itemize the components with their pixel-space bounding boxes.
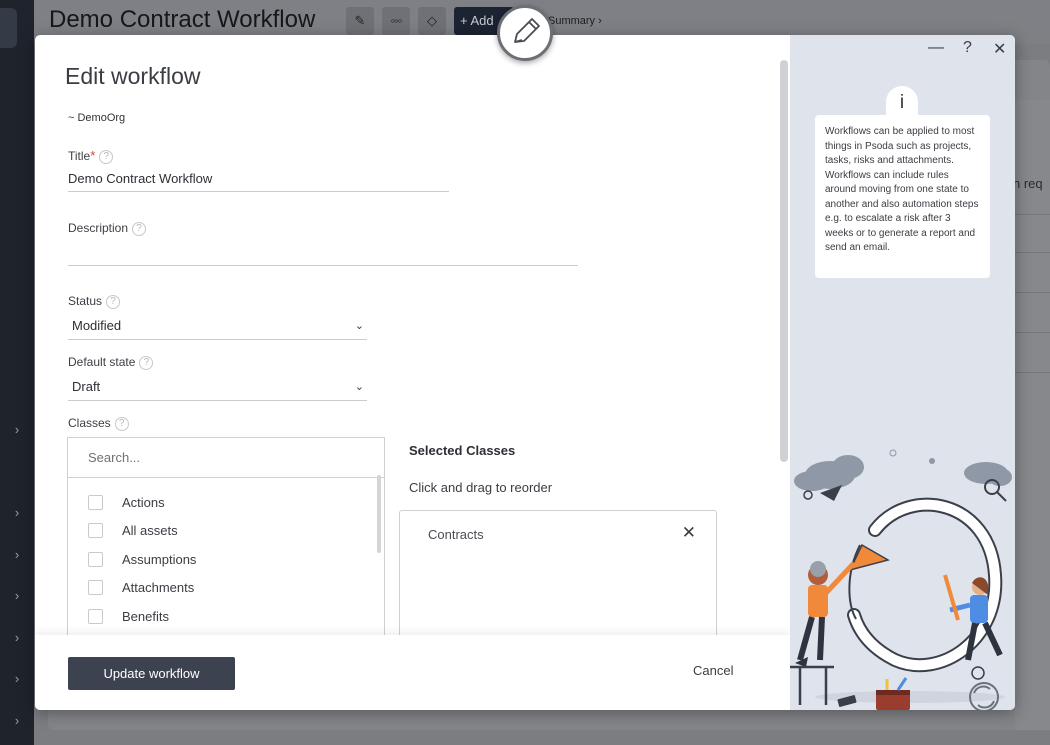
class-item-label: Attachments: [122, 580, 195, 595]
tag-icon[interactable]: ◇: [418, 7, 446, 35]
remove-icon[interactable]: ✕: [682, 523, 696, 543]
default-state-select[interactable]: Draft ⌄: [68, 379, 367, 401]
selected-class-item[interactable]: Contracts: [428, 527, 484, 542]
close-icon[interactable]: ✕: [993, 39, 1006, 59]
description-label-text: Description: [68, 221, 129, 235]
arrow-head-icon: [848, 543, 890, 572]
status-value: Modified: [72, 318, 122, 333]
rail-chevron-icon[interactable]: ›: [9, 505, 25, 521]
cloud-icon: [794, 455, 864, 491]
app-left-rail: › › › › › › ›: [0, 0, 34, 745]
minimize-icon[interactable]: —: [928, 39, 944, 57]
rail-active-block: [0, 8, 17, 48]
info-icon: i: [886, 86, 918, 118]
rail-chevron-icon[interactable]: ›: [9, 713, 25, 729]
rail-chevron-icon[interactable]: ›: [9, 588, 25, 604]
more-icon[interactable]: ◦◦◦: [382, 7, 410, 35]
title-label-text: Title: [68, 149, 91, 163]
help-icon[interactable]: ?: [114, 416, 129, 431]
background-divider: [1015, 292, 1050, 293]
rail-chevron-icon[interactable]: ›: [9, 671, 25, 687]
default-state-label-text: Default state: [68, 355, 136, 369]
status-field-label: Status?: [68, 294, 121, 309]
status-label-text: Status: [68, 294, 103, 308]
title-field-label: Title*?: [68, 148, 114, 164]
classes-label-text: Classes: [68, 416, 111, 430]
background-side-text: n req: [1013, 176, 1043, 191]
chevron-down-icon: ⌄: [354, 320, 364, 332]
form-scrollbar[interactable]: [780, 60, 788, 462]
cancel-button[interactable]: Cancel: [693, 663, 733, 678]
class-item-label: Actions: [122, 495, 165, 510]
modal-footer: Update workflow Cancel: [35, 635, 790, 710]
description-field-label: Description?: [68, 221, 147, 236]
pencil-icon: [514, 18, 540, 43]
help-icon[interactable]: ?: [963, 39, 972, 57]
edit-workflow-badge: [497, 5, 553, 61]
classes-list-box: Search... Actions All assets Assumptions…: [67, 437, 385, 647]
checkbox[interactable]: [88, 552, 103, 567]
background-divider: [1015, 372, 1050, 373]
info-side-panel: — ? ✕ i Workflows can be applied to most…: [790, 35, 1015, 710]
background-divider: [1015, 332, 1050, 333]
background-side-panel: [1015, 100, 1050, 730]
classes-scrollbar[interactable]: [377, 475, 381, 553]
class-item-label: All assets: [122, 523, 178, 538]
breadcrumb[interactable]: Summary ›: [548, 15, 602, 27]
rail-chevron-icon[interactable]: ›: [9, 630, 25, 646]
required-mark: *: [90, 148, 96, 163]
description-input[interactable]: [68, 245, 578, 266]
help-icon[interactable]: ?: [99, 149, 114, 164]
page-title: Demo Contract Workflow: [49, 6, 316, 33]
selected-classes-hint: Click and drag to reorder: [409, 480, 553, 495]
checkbox[interactable]: [88, 495, 103, 510]
classes-field-label: Classes?: [68, 416, 129, 431]
help-icon[interactable]: ?: [106, 294, 121, 309]
default-state-value: Draft: [72, 379, 101, 394]
class-item-label: Benefits: [122, 609, 169, 624]
person-left-icon: [795, 561, 856, 667]
checkbox[interactable]: [88, 523, 103, 538]
classes-search-input[interactable]: Search...: [68, 438, 384, 478]
rail-chevron-icon[interactable]: ›: [9, 547, 25, 563]
status-select[interactable]: Modified ⌄: [68, 318, 367, 340]
checkbox[interactable]: [88, 609, 103, 624]
toolbox-icon: [876, 677, 910, 710]
class-item-label: Assumptions: [122, 552, 197, 567]
edit-workflow-modal: Edit workflow ~ DemoOrg Title*? Demo Con…: [35, 35, 1015, 710]
selected-classes-title: Selected Classes: [409, 443, 516, 458]
edit-icon[interactable]: ✎: [346, 7, 374, 35]
help-icon[interactable]: ?: [132, 221, 147, 236]
chevron-down-icon: ⌄: [354, 381, 364, 393]
default-state-field-label: Default state?: [68, 355, 154, 370]
checkbox[interactable]: [88, 580, 103, 595]
modal-title: Edit workflow: [65, 63, 201, 89]
help-icon[interactable]: ?: [139, 355, 154, 370]
background-divider: [1015, 252, 1050, 253]
title-input[interactable]: Demo Contract Workflow: [68, 171, 449, 192]
rail-chevron-icon[interactable]: ›: [9, 422, 25, 438]
info-text: Workflows can be applied to most things …: [815, 115, 990, 278]
background-divider: [1015, 214, 1050, 215]
selected-classes-box: Contracts ✕: [399, 510, 717, 650]
org-label: ~ DemoOrg: [68, 112, 126, 124]
update-workflow-button[interactable]: Update workflow: [68, 657, 235, 690]
workflow-illustration: [790, 449, 1012, 710]
